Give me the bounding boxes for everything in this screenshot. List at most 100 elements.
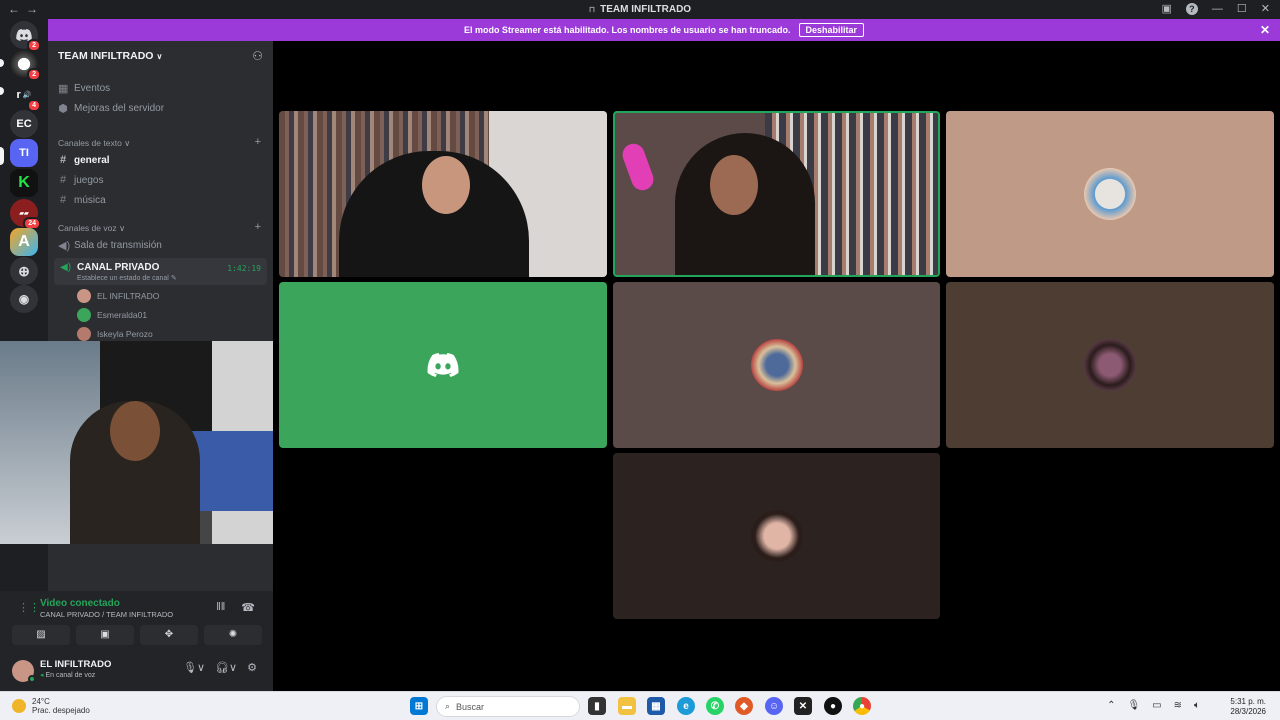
inbox-icon[interactable]: ▣ (1162, 2, 1172, 15)
camera-off-button[interactable]: ▨ (12, 625, 70, 645)
add-text-channel-icon[interactable]: + (255, 136, 261, 148)
channel-juegos[interactable]: # juegos (58, 171, 104, 189)
video-tile-participant-7[interactable] (613, 453, 940, 619)
noise-suppression-icon[interactable]: ‖‖ (216, 601, 225, 614)
speaker-icon: ◀) (58, 239, 71, 252)
file-explorer-icon[interactable]: ▬ (618, 697, 636, 715)
maximize-button[interactable]: ☐ (1237, 2, 1247, 15)
guild-header[interactable]: TEAM INFILTRADO ∨ (58, 50, 162, 62)
banner-text: El modo Streamer está habilitado. Los no… (463, 25, 791, 35)
speaker-icon: ◀) (60, 262, 72, 273)
add-server-button[interactable]: ⊕ (10, 257, 38, 285)
capcut-icon[interactable]: ✕ (794, 697, 812, 715)
connection-status[interactable]: Video conectado (40, 598, 120, 609)
sidebar-item-eventos[interactable]: ▦ Eventos (58, 79, 110, 97)
sidebar-item-mejoras[interactable]: ⬢ Mejoras del servidor (58, 99, 164, 117)
video-tile-participant-1[interactable] (279, 111, 607, 277)
server-icon: ⊓ (588, 5, 596, 14)
streamer-mode-banner: El modo Streamer está habilitado. Los no… (48, 19, 1280, 41)
volume-icon[interactable]: 🔈︎ (1194, 700, 1200, 711)
windows-start-icon[interactable]: ⊞ (410, 697, 428, 715)
online-status-dot (28, 675, 36, 683)
text-category[interactable]: Canales de texto ∨ (58, 138, 130, 149)
microphone-icon[interactable]: 🎙︎∨ (183, 661, 205, 674)
discover-button[interactable]: ◉ (10, 285, 38, 313)
video-tile-participant-4[interactable] (279, 282, 607, 448)
system-tray: ⌃ 🎙︎ ▭ ≋ 🔈︎ (1107, 700, 1200, 711)
voice-category[interactable]: Canales de voz ∨ (58, 223, 125, 234)
video-tile-participant-6[interactable] (946, 282, 1274, 448)
avatar (750, 339, 803, 391)
chrome-icon[interactable]: ● (853, 697, 871, 715)
search-icon: ⌕ (445, 701, 451, 711)
camera-face (110, 401, 160, 461)
weather-widget[interactable]: 24°C Prac. despejado (12, 697, 90, 715)
username[interactable]: EL INFILTRADO (40, 659, 111, 670)
server-icon-gamer[interactable]: ▰▰ 24 (10, 199, 41, 230)
voice-user[interactable]: EL INFILTRADO (77, 287, 159, 304)
whatsapp-icon[interactable]: ✆ (706, 697, 724, 715)
edge-icon[interactable]: e (677, 697, 695, 715)
server-icon-ec[interactable]: EC (10, 110, 38, 138)
help-icon[interactable]: ? (1185, 2, 1198, 15)
taskbar-search[interactable]: ⌕ Buscar (436, 696, 580, 717)
avatar (750, 510, 803, 562)
voice-user[interactable]: Esmeralda01 (77, 306, 147, 323)
display-icon[interactable]: ▭ (1152, 700, 1161, 711)
face (422, 156, 470, 214)
chevron-up-icon[interactable]: ⌃ (1107, 700, 1115, 711)
speaker-icon: 🔊 (22, 92, 32, 99)
server-icon-a[interactable]: A (10, 228, 38, 256)
connection-location[interactable]: CANAL PRIVADO / TEAM INFILTRADO (40, 610, 173, 619)
channel-general[interactable]: # general (58, 151, 110, 169)
add-voice-channel-icon[interactable]: + (255, 221, 261, 233)
server-icon-wolf[interactable]: 2 (10, 50, 41, 81)
invite-people-icon[interactable]: ⚇ (252, 49, 263, 63)
server-icon-k[interactable]: K (10, 169, 38, 197)
minimize-button[interactable]: — (1212, 3, 1223, 15)
signal-icon[interactable]: ⋮⋮ (18, 601, 40, 614)
pencil-icon: ✎ (170, 275, 177, 282)
task-view-icon[interactable]: ▮ (588, 697, 606, 715)
server-icon-r[interactable]: r 🔊 4 (10, 81, 41, 112)
sun-icon (12, 699, 26, 713)
hairbrush (619, 140, 657, 194)
discord-taskbar-icon[interactable]: ☺ (765, 697, 783, 715)
avatar (1084, 339, 1136, 391)
microphone-icon[interactable]: 🎙︎ (1127, 700, 1140, 711)
brave-icon[interactable]: ◆ (735, 697, 753, 715)
soundboard-button[interactable]: ✺ (204, 625, 262, 645)
screen-share-button[interactable]: ▣ (76, 625, 134, 645)
server-icon-team-infiltrado[interactable]: TI (10, 139, 38, 167)
direct-messages-button[interactable]: 2 (10, 21, 41, 52)
channel-status[interactable]: Establece un estado de canal ✎ (77, 274, 177, 282)
channel-canal-privado[interactable]: ◀) CANAL PRIVADO Establece un estado de … (54, 258, 267, 285)
avatar (77, 307, 91, 322)
taskbar-clock[interactable]: 5:31 p. m. 28/3/2026 (1230, 697, 1266, 717)
video-grid (273, 41, 1280, 691)
video-tile-participant-3[interactable] (946, 111, 1274, 277)
close-window-button[interactable]: ✕ (1261, 2, 1270, 15)
chevron-down-icon: ∨ (118, 223, 126, 233)
avatar (1084, 168, 1136, 220)
title-bar: ←→ ⊓ TEAM INFILTRADO ▣ ? — ☐ ✕ (0, 0, 1280, 19)
window-title: ⊓ TEAM INFILTRADO (588, 4, 692, 15)
close-banner-icon[interactable]: ✕ (1260, 23, 1270, 37)
voice-user[interactable]: Iskeyla Perozo (77, 325, 153, 342)
chevron-down-icon: ∨ (156, 52, 163, 61)
obs-icon[interactable]: ● (824, 697, 842, 715)
channel-musica[interactable]: # música (58, 191, 106, 209)
video-tile-participant-5[interactable] (613, 282, 940, 448)
headphones-icon[interactable]: 🎧︎∨ (215, 661, 237, 674)
channel-sala-transmision[interactable]: ◀) Sala de transmisión (58, 236, 162, 254)
activities-button[interactable]: ✥ (140, 625, 198, 645)
user-status: ◂ En canal de voz (40, 672, 96, 679)
rtc-action-buttons: ▨ ▣ ✥ ✺ (12, 625, 262, 645)
store-icon[interactable]: ▦ (647, 697, 665, 715)
user-panel: EL INFILTRADO ◂ En canal de voz 🎙︎∨ 🎧︎∨ … (0, 651, 273, 691)
gear-icon[interactable]: ⚙ (247, 661, 257, 674)
disconnect-icon[interactable]: ☎ (241, 601, 255, 614)
wifi-icon[interactable]: ≋ (1174, 700, 1182, 711)
disable-streamer-button[interactable]: Deshabilitar (798, 23, 865, 37)
video-tile-participant-2-speaking[interactable] (613, 111, 940, 277)
